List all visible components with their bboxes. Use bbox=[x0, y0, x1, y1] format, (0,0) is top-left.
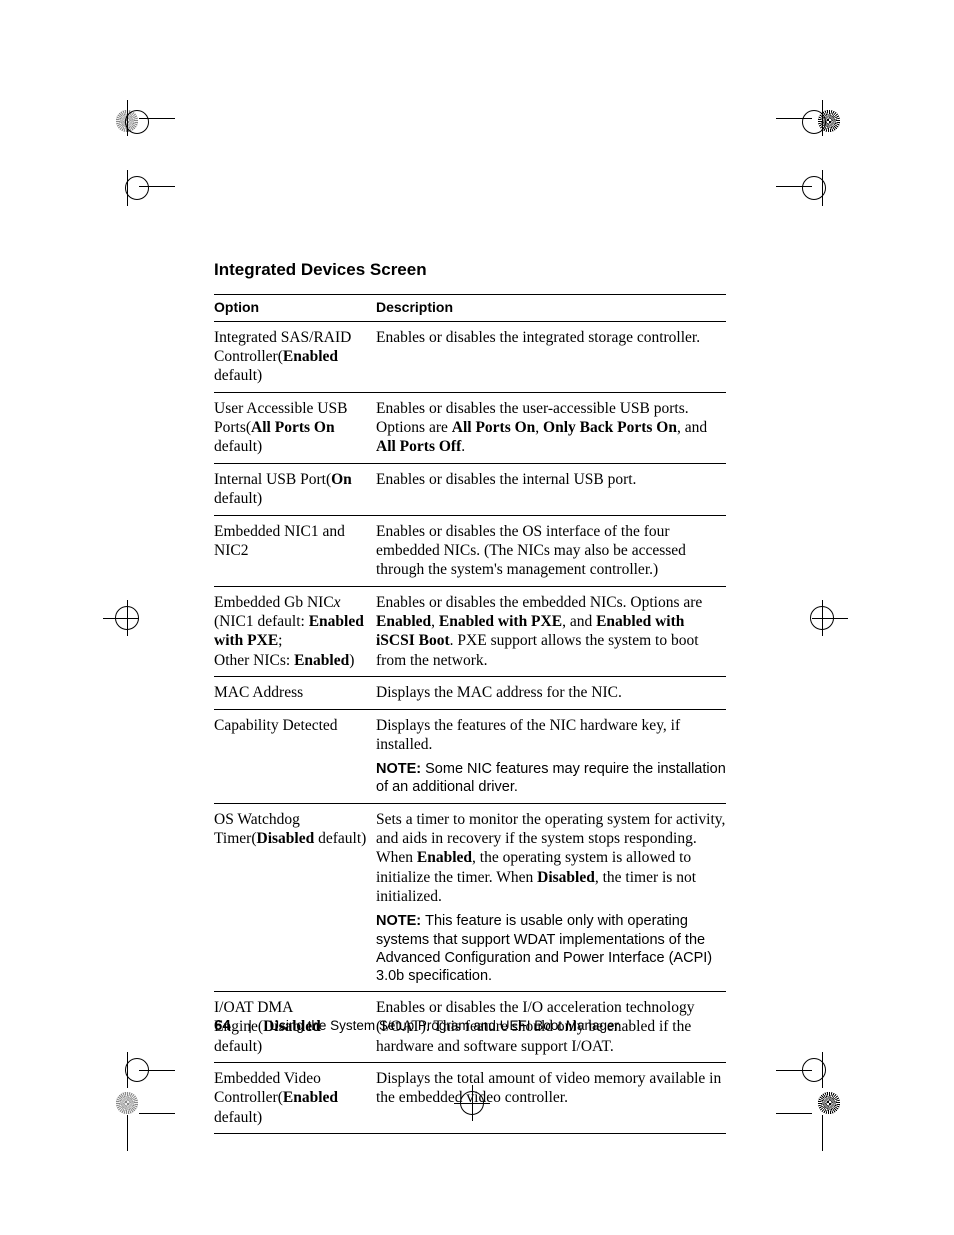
description-cell: Displays the features of the NIC hardwar… bbox=[376, 709, 726, 803]
table-row: Integrated SAS/RAID Controller(Enabled d… bbox=[214, 321, 726, 392]
option-cell: Integrated SAS/RAID Controller(Enabled d… bbox=[214, 321, 376, 392]
crop-mark-icon bbox=[782, 146, 842, 206]
description-cell: Enables or disables the integrated stora… bbox=[376, 321, 726, 392]
th-description: Description bbox=[376, 295, 726, 322]
table-row: MAC AddressDisplays the MAC address for … bbox=[214, 677, 726, 709]
crop-mark-icon bbox=[782, 600, 842, 660]
description-cell: Enables or disables the internal USB por… bbox=[376, 463, 726, 515]
page-footer: 64 | Using the System Setup Program and … bbox=[214, 1017, 734, 1035]
page-number: 64 bbox=[214, 1017, 231, 1034]
th-option: Option bbox=[214, 295, 376, 322]
footer-text: Using the System Setup Program and UEFI … bbox=[269, 1018, 619, 1033]
description-cell: Enables or disables the embedded NICs. O… bbox=[376, 586, 726, 677]
section-heading: Integrated Devices Screen bbox=[214, 260, 726, 280]
table-row: OS Watchdog Timer(Disabled default)Sets … bbox=[214, 803, 726, 991]
description-cell: Displays the MAC address for the NIC. bbox=[376, 677, 726, 709]
option-cell: Embedded Video Controller(Enabled defaul… bbox=[214, 1063, 376, 1134]
options-table: Option Description Integrated SAS/RAID C… bbox=[214, 294, 726, 1134]
option-cell: Capability Detected bbox=[214, 709, 376, 803]
table-row: Capability DetectedDisplays the features… bbox=[214, 709, 726, 803]
option-cell: Embedded Gb NICx(NIC1 default: Enabled w… bbox=[214, 586, 376, 677]
description-cell: Enables or disables the OS interface of … bbox=[376, 515, 726, 586]
table-row: User Accessible USB Ports(All Ports On d… bbox=[214, 392, 726, 463]
option-cell: OS Watchdog Timer(Disabled default) bbox=[214, 803, 376, 991]
option-cell: Internal USB Port(On default) bbox=[214, 463, 376, 515]
description-cell: Enables or disables the user-accessible … bbox=[376, 392, 726, 463]
table-row: Internal USB Port(On default)Enables or … bbox=[214, 463, 726, 515]
table-row: Embedded Video Controller(Enabled defaul… bbox=[214, 1063, 726, 1134]
crop-mark-icon bbox=[109, 146, 169, 206]
table-row: Embedded NIC1 and NIC2Enables or disable… bbox=[214, 515, 726, 586]
page-content: Integrated Devices Screen Option Descrip… bbox=[214, 260, 726, 1134]
crop-mark-icon bbox=[109, 600, 169, 660]
option-cell: User Accessible USB Ports(All Ports On d… bbox=[214, 392, 376, 463]
crop-mark-icon bbox=[782, 1095, 842, 1155]
table-row: Embedded Gb NICx(NIC1 default: Enabled w… bbox=[214, 586, 726, 677]
option-cell: MAC Address bbox=[214, 677, 376, 709]
crop-mark-icon bbox=[109, 1095, 169, 1155]
description-cell: Displays the total amount of video memor… bbox=[376, 1063, 726, 1134]
description-cell: Sets a timer to monitor the operating sy… bbox=[376, 803, 726, 991]
footer-separator: | bbox=[248, 1017, 252, 1033]
option-cell: Embedded NIC1 and NIC2 bbox=[214, 515, 376, 586]
